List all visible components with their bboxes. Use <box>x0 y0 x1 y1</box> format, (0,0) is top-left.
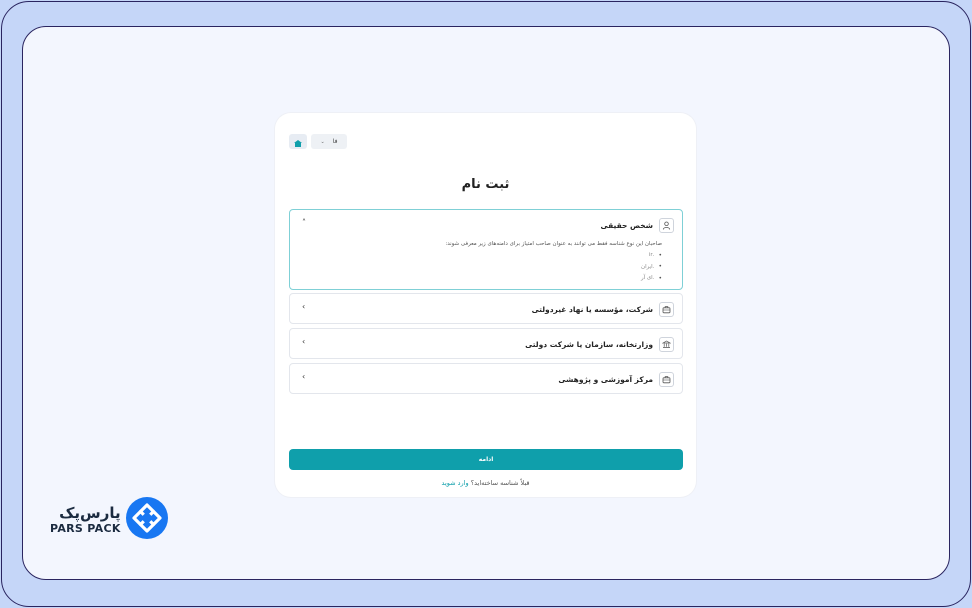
chevron-left-icon[interactable]: ‹ <box>302 373 305 381</box>
chevron-down-icon: ⌄ <box>320 138 325 145</box>
logo-text: پارس‌پک PARS PACK <box>50 504 121 536</box>
chevron-left-icon[interactable]: ‹ <box>302 303 305 311</box>
accordion-label: شرکت، مؤسسه یا نهاد غیردولتی <box>531 305 653 314</box>
accordion-header[interactable]: شخص حقیقی <box>601 218 674 233</box>
accordion-natural-person[interactable]: شخص حقیقی ˄ صاحبان این نوع شناسه فقط می … <box>289 209 683 290</box>
accordion-body: صاحبان این نوع شناسه فقط می توانند به عن… <box>332 241 662 282</box>
list-item: • .ای آر <box>640 274 662 282</box>
login-link[interactable]: وارد شوید <box>442 479 469 487</box>
logo-name-en: PARS PACK <box>50 522 121 535</box>
list-item: • .ir <box>648 251 662 259</box>
accordion-government[interactable]: وزارتخانه، سازمان یا شرکت دولتی ‹ <box>289 328 683 359</box>
briefcase-icon <box>659 302 674 317</box>
chevron-up-icon[interactable]: ˄ <box>302 219 306 227</box>
continue-button[interactable]: ادامه <box>289 449 683 470</box>
accordion-description: صاحبان این نوع شناسه فقط می توانند به عن… <box>445 241 662 247</box>
language-value: فا <box>332 138 338 145</box>
home-button[interactable] <box>289 134 307 149</box>
accordion-header[interactable]: مرکز آموزشی و پژوهشی <box>558 372 674 387</box>
chevron-left-icon[interactable]: ‹ <box>302 338 305 346</box>
accordion-label: مرکز آموزشی و پژوهشی <box>558 375 653 384</box>
home-icon <box>294 132 302 151</box>
user-icon <box>659 218 674 233</box>
signup-card: ⌄ فا ثبت نام شخص حقیقی ˄ صاحبان این نوع … <box>275 113 696 497</box>
parspack-logo-icon <box>125 496 169 544</box>
parspack-logo: پارس‌پک PARS PACK <box>50 489 188 551</box>
logo-name-fa: پارس‌پک <box>59 504 121 522</box>
accordion-label: وزارتخانه، سازمان یا شرکت دولتی <box>525 340 653 349</box>
accordion-education-research[interactable]: مرکز آموزشی و پژوهشی ‹ <box>289 363 683 394</box>
login-prompt: قبلاً شناسه ساخته‌اید؟ وارد شوید <box>275 479 696 487</box>
domain-list: • .ir • .ایران • .ای آر <box>332 252 662 282</box>
login-question: قبلاً شناسه ساخته‌اید؟ <box>470 479 530 487</box>
accordion-header[interactable]: وزارتخانه، سازمان یا شرکت دولتی <box>525 337 674 352</box>
list-item: • .ایران <box>641 263 662 270</box>
page-title: ثبت نام <box>461 177 510 192</box>
accordion-label: شخص حقیقی <box>600 221 653 230</box>
bank-icon <box>659 337 674 352</box>
accordion-header[interactable]: شرکت، مؤسسه یا نهاد غیردولتی <box>532 302 674 317</box>
briefcase-icon <box>659 372 674 387</box>
language-select[interactable]: ⌄ فا <box>311 134 347 149</box>
topbar: ⌄ فا <box>289 134 347 149</box>
accordion-nongov-company[interactable]: شرکت، مؤسسه یا نهاد غیردولتی ‹ <box>289 293 683 324</box>
